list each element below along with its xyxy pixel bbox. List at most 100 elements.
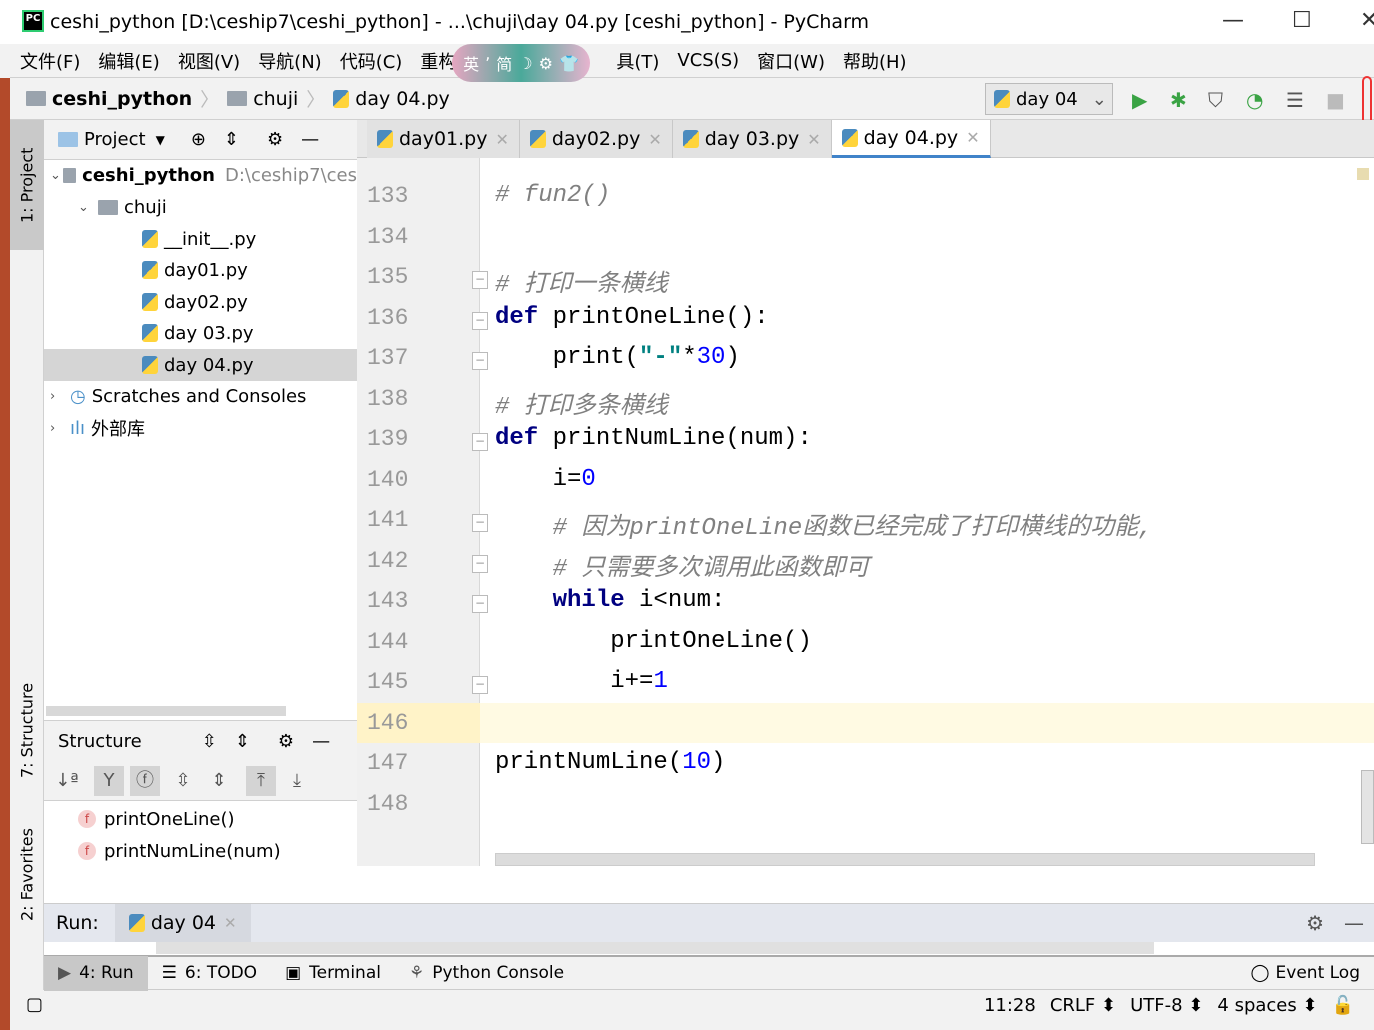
- show-inherited-icon[interactable]: Y: [94, 765, 124, 796]
- locate-icon[interactable]: ⊕: [191, 129, 206, 150]
- code-line[interactable]: # 只需要多次调用此函数即可: [495, 547, 870, 583]
- code-line[interactable]: i+=1: [495, 668, 668, 695]
- moon-icon[interactable]: ☽: [518, 54, 532, 73]
- line-separator[interactable]: CRLF ⬍: [1050, 995, 1116, 1016]
- tool-tab-run[interactable]: ▶ 4: Run: [44, 955, 148, 991]
- show-fields-icon[interactable]: ⓕ: [130, 765, 160, 796]
- code-line[interactable]: print("-"*30): [495, 344, 740, 371]
- breadcrumb-folder[interactable]: chuji 〉: [227, 85, 325, 112]
- skin-icon[interactable]: 👕: [559, 54, 579, 73]
- breadcrumb-file[interactable]: day 04.py: [333, 88, 450, 110]
- ime-english[interactable]: 英: [463, 51, 479, 75]
- close-button[interactable]: ✕: [1360, 8, 1374, 33]
- editor-horizontal-scrollbar[interactable]: [495, 853, 1315, 866]
- profile-icon[interactable]: ◔: [1246, 88, 1263, 112]
- collapse-icon[interactable]: ⇕: [204, 766, 234, 796]
- expand-icon[interactable]: ⇳: [168, 766, 198, 796]
- close-tab-icon[interactable]: ✕: [224, 914, 237, 932]
- stop-icon[interactable]: ■: [1326, 88, 1345, 112]
- fold-marker-icon[interactable]: −: [472, 271, 488, 289]
- fold-marker-icon[interactable]: −: [472, 554, 488, 573]
- minimize-button[interactable]: —: [1222, 8, 1244, 33]
- hide-icon[interactable]: —: [1344, 911, 1364, 935]
- horizontal-scrollbar[interactable]: [46, 706, 286, 716]
- debug-icon[interactable]: ✱: [1170, 88, 1187, 112]
- tree-libraries[interactable]: › ılı 外部库: [44, 412, 357, 444]
- caret-position[interactable]: 11:28: [984, 995, 1036, 1016]
- fold-marker-icon[interactable]: −: [472, 676, 488, 694]
- project-view-select[interactable]: Project: [84, 129, 146, 150]
- hide-icon[interactable]: —: [312, 731, 330, 752]
- tool-tab-todo[interactable]: ☰ 6: TODO: [148, 956, 271, 991]
- ime-punct-icon[interactable]: ʼ: [485, 54, 490, 73]
- menu-view[interactable]: 视图(V): [178, 48, 240, 74]
- editor-vertical-scrollbar[interactable]: [1361, 770, 1374, 844]
- menu-vcs[interactable]: VCS(S): [677, 50, 739, 71]
- menu-file[interactable]: 文件(F): [20, 48, 80, 74]
- sort-alpha-icon[interactable]: ↓ª: [52, 766, 82, 796]
- run-tab[interactable]: day 04 ✕: [114, 903, 251, 943]
- menu-navigate[interactable]: 导航(N): [258, 48, 322, 74]
- code-line[interactable]: printNumLine(10): [495, 749, 725, 776]
- code-line[interactable]: # 因为printOneLine函数已经完成了打印横线的功能,: [495, 506, 1153, 542]
- toggle-tool-windows-icon[interactable]: ▢: [26, 994, 43, 1015]
- maximize-button[interactable]: ☐: [1292, 8, 1312, 33]
- structure-item[interactable]: f printOneLine(): [44, 803, 357, 835]
- tool-tab-structure[interactable]: 7: Structure: [10, 660, 44, 800]
- run-config-select[interactable]: day 04 ⌄: [985, 83, 1113, 115]
- lock-icon[interactable]: 🔓: [1332, 995, 1354, 1016]
- tool-tab-project[interactable]: 1: Project: [10, 120, 44, 250]
- code-line[interactable]: def printOneLine():: [495, 304, 769, 331]
- tool-tab-event-log[interactable]: ◯ Event Log: [1237, 956, 1374, 991]
- concurrency-icon[interactable]: ☰: [1286, 88, 1304, 112]
- menu-code[interactable]: 代码(C): [340, 48, 403, 74]
- code-editor[interactable]: day01.py ✕ day02.py ✕ day 03.py ✕ day 04.py…: [357, 120, 1374, 903]
- coverage-icon[interactable]: ⛉: [1208, 88, 1223, 112]
- fold-marker-icon[interactable]: −: [472, 433, 488, 451]
- tree-file[interactable]: __init__.py: [44, 223, 357, 255]
- code-line[interactable]: while i<num:: [495, 587, 726, 614]
- menu-refactor[interactable]: 重构: [420, 48, 456, 74]
- code-line[interactable]: i=0: [495, 466, 596, 493]
- collapse-all-icon[interactable]: ⇕: [235, 731, 250, 752]
- autoscroll-from-source-icon[interactable]: ⤓: [282, 766, 312, 796]
- code-line[interactable]: printOneLine(): [495, 628, 812, 655]
- tree-file-selected[interactable]: day 04.py: [44, 349, 357, 381]
- code-line[interactable]: # 打印多条横线: [495, 385, 668, 421]
- tree-scratches[interactable]: › ◷ Scratches and Consoles: [44, 380, 357, 412]
- tree-file[interactable]: day 03.py: [44, 317, 357, 349]
- tree-folder-chuji[interactable]: ⌄ chuji: [44, 191, 357, 223]
- fold-marker-icon[interactable]: −: [472, 352, 488, 370]
- fold-marker-icon[interactable]: −: [472, 595, 488, 613]
- menu-tools[interactable]: 具(T): [616, 48, 659, 74]
- expand-all-icon[interactable]: ⇳: [202, 731, 217, 752]
- tool-tab-terminal[interactable]: ▣ Terminal: [271, 956, 395, 991]
- code-lines[interactable]: 133 # fun2() 134 135 # 打印一条横线 136 def printOne…: [357, 120, 1374, 866]
- encoding[interactable]: UTF-8 ⬍: [1130, 995, 1203, 1016]
- gear-icon[interactable]: ⚙: [539, 54, 553, 73]
- tool-tab-python-console[interactable]: ⚘ Python Console: [395, 956, 578, 991]
- tree-root[interactable]: ⌄ ceshi_python D:\ceship7\ces: [44, 159, 357, 191]
- fold-marker-icon[interactable]: −: [472, 514, 488, 532]
- run-icon[interactable]: ▶: [1132, 88, 1147, 112]
- menu-edit[interactable]: 编辑(E): [98, 48, 159, 74]
- ime-toolbar[interactable]: 英 ʼ 简 ☽ ⚙ 👕: [452, 44, 590, 82]
- gear-icon[interactable]: ⚙: [278, 731, 294, 752]
- menu-help[interactable]: 帮助(H): [843, 48, 907, 74]
- tree-file[interactable]: day01.py: [44, 254, 357, 286]
- tool-tab-favorites[interactable]: 2: Favorites: [10, 810, 44, 940]
- breadcrumb-project[interactable]: ceshi_python 〉: [26, 85, 219, 112]
- menu-window[interactable]: 窗口(W): [757, 48, 825, 74]
- tree-file[interactable]: day02.py: [44, 286, 357, 318]
- fold-marker-icon[interactable]: −: [472, 311, 488, 330]
- gear-icon[interactable]: ⚙: [267, 129, 283, 150]
- ime-simplified[interactable]: 简: [496, 51, 512, 75]
- code-line[interactable]: # 打印一条横线: [495, 263, 668, 299]
- gear-icon[interactable]: ⚙: [1306, 911, 1324, 935]
- structure-item[interactable]: f printNumLine(num): [44, 835, 357, 867]
- indent[interactable]: 4 spaces ⬍: [1217, 995, 1317, 1016]
- hide-icon[interactable]: —: [301, 129, 319, 150]
- code-line[interactable]: def printNumLine(num):: [495, 425, 812, 452]
- autoscroll-to-source-icon[interactable]: ⤒: [246, 765, 276, 796]
- collapse-icon[interactable]: ⇕: [224, 129, 239, 150]
